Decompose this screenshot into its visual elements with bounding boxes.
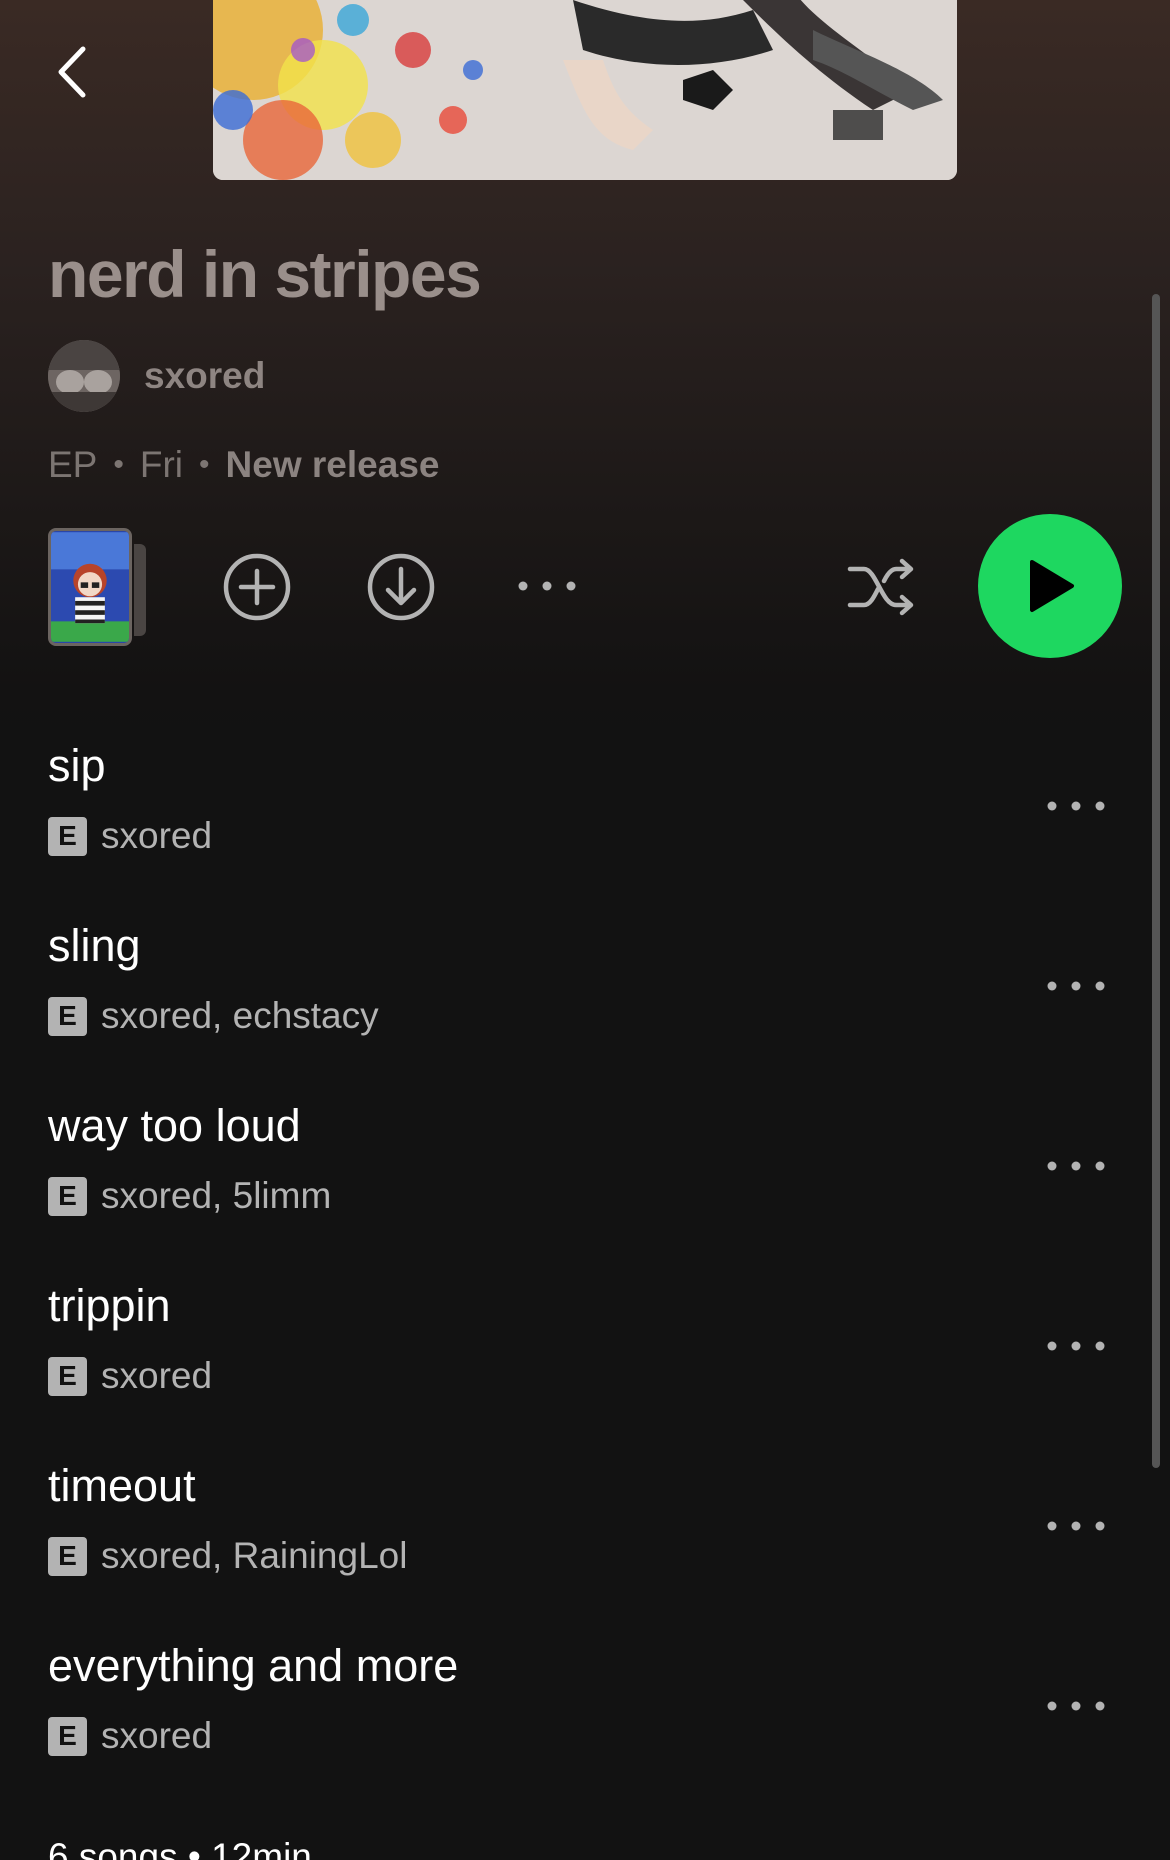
back-button[interactable] (44, 40, 100, 104)
artist-link[interactable]: sxored (48, 340, 265, 412)
track-more-button[interactable] (1044, 1326, 1108, 1366)
explicit-badge: E (48, 1356, 87, 1396)
artist-avatar (48, 340, 120, 412)
plus-circle-icon (223, 553, 291, 621)
track-list: sip E sxored sling E sxored, echstacy wa… (0, 720, 1170, 1800)
explicit-badge: E (48, 816, 87, 856)
action-row (0, 514, 1170, 658)
track-artists: sxored, RainingLol (101, 1535, 408, 1576)
album-cover-art (213, 0, 957, 180)
track-subtitle: E sxored (48, 812, 212, 860)
scrollbar[interactable] (1152, 294, 1160, 1468)
play-icon (1030, 560, 1074, 612)
album-type: EP (48, 444, 98, 485)
track-more-button[interactable] (1044, 1686, 1108, 1726)
meta-separator: • (113, 448, 124, 481)
track-subtitle: E sxored, 5limm (48, 1172, 331, 1220)
meta-separator: • (199, 448, 210, 481)
album-more-options-button[interactable] (512, 566, 582, 606)
track-row[interactable]: sip E sxored (0, 720, 1170, 900)
ellipsis-icon (518, 581, 576, 591)
track-artists: sxored, 5limm (101, 1175, 332, 1216)
artist-name: sxored (144, 355, 266, 396)
release-day: Fri (139, 444, 184, 485)
ellipsis-icon (1047, 801, 1105, 811)
ellipsis-icon (1047, 1701, 1105, 1711)
shuffle-icon (847, 558, 914, 616)
download-circle-icon (367, 553, 435, 621)
explicit-badge: E (48, 996, 87, 1036)
ellipsis-icon (1047, 981, 1105, 991)
explicit-badge: E (48, 1536, 87, 1576)
track-artists: sxored (101, 1355, 213, 1396)
album-page: nerd in stripes sxored EP • Fri • New re… (0, 0, 1170, 1860)
track-row[interactable]: sling E sxored, echstacy (0, 900, 1170, 1080)
ellipsis-icon (1047, 1521, 1105, 1531)
new-release-badge: New release (225, 444, 440, 485)
download-button[interactable] (366, 552, 436, 622)
track-artists: sxored (101, 1715, 213, 1756)
track-more-button[interactable] (1044, 966, 1108, 1006)
album-title: nerd in stripes (48, 237, 482, 311)
track-subtitle: E sxored, RainingLol (48, 1532, 407, 1580)
mini-cover-stack-edge (134, 544, 146, 636)
track-title: trippin (48, 1280, 171, 1331)
preview-thumbnail[interactable] (48, 528, 132, 646)
chevron-left-icon (58, 46, 86, 98)
track-title: everything and more (48, 1640, 459, 1691)
track-subtitle: E sxored (48, 1352, 212, 1400)
track-row[interactable]: way too loud E sxored, 5limm (0, 1080, 1170, 1260)
track-title: timeout (48, 1460, 196, 1511)
track-more-button[interactable] (1044, 1146, 1108, 1186)
explicit-badge: E (48, 1176, 87, 1216)
track-subtitle: E sxored (48, 1712, 212, 1760)
track-more-button[interactable] (1044, 1506, 1108, 1546)
track-row[interactable]: everything and more E sxored (0, 1620, 1170, 1800)
ellipsis-icon (1047, 1161, 1105, 1171)
play-button[interactable] (978, 514, 1122, 658)
ellipsis-icon (1047, 1341, 1105, 1351)
track-title: sling (48, 920, 141, 971)
track-artists: sxored, echstacy (101, 995, 379, 1036)
track-more-button[interactable] (1044, 786, 1108, 826)
track-artists: sxored (101, 815, 213, 856)
add-to-library-button[interactable] (222, 552, 292, 622)
track-title: sip (48, 740, 106, 791)
track-row[interactable]: timeout E sxored, RainingLol (0, 1440, 1170, 1620)
explicit-badge: E (48, 1716, 87, 1756)
track-subtitle: E sxored, echstacy (48, 992, 379, 1040)
shuffle-button[interactable] (846, 552, 918, 622)
track-title: way too loud (48, 1100, 301, 1151)
album-meta: EP • Fri • New release (48, 440, 439, 490)
track-row[interactable]: trippin E sxored (0, 1260, 1170, 1440)
album-summary: 6 songs • 12min (48, 1836, 312, 1860)
